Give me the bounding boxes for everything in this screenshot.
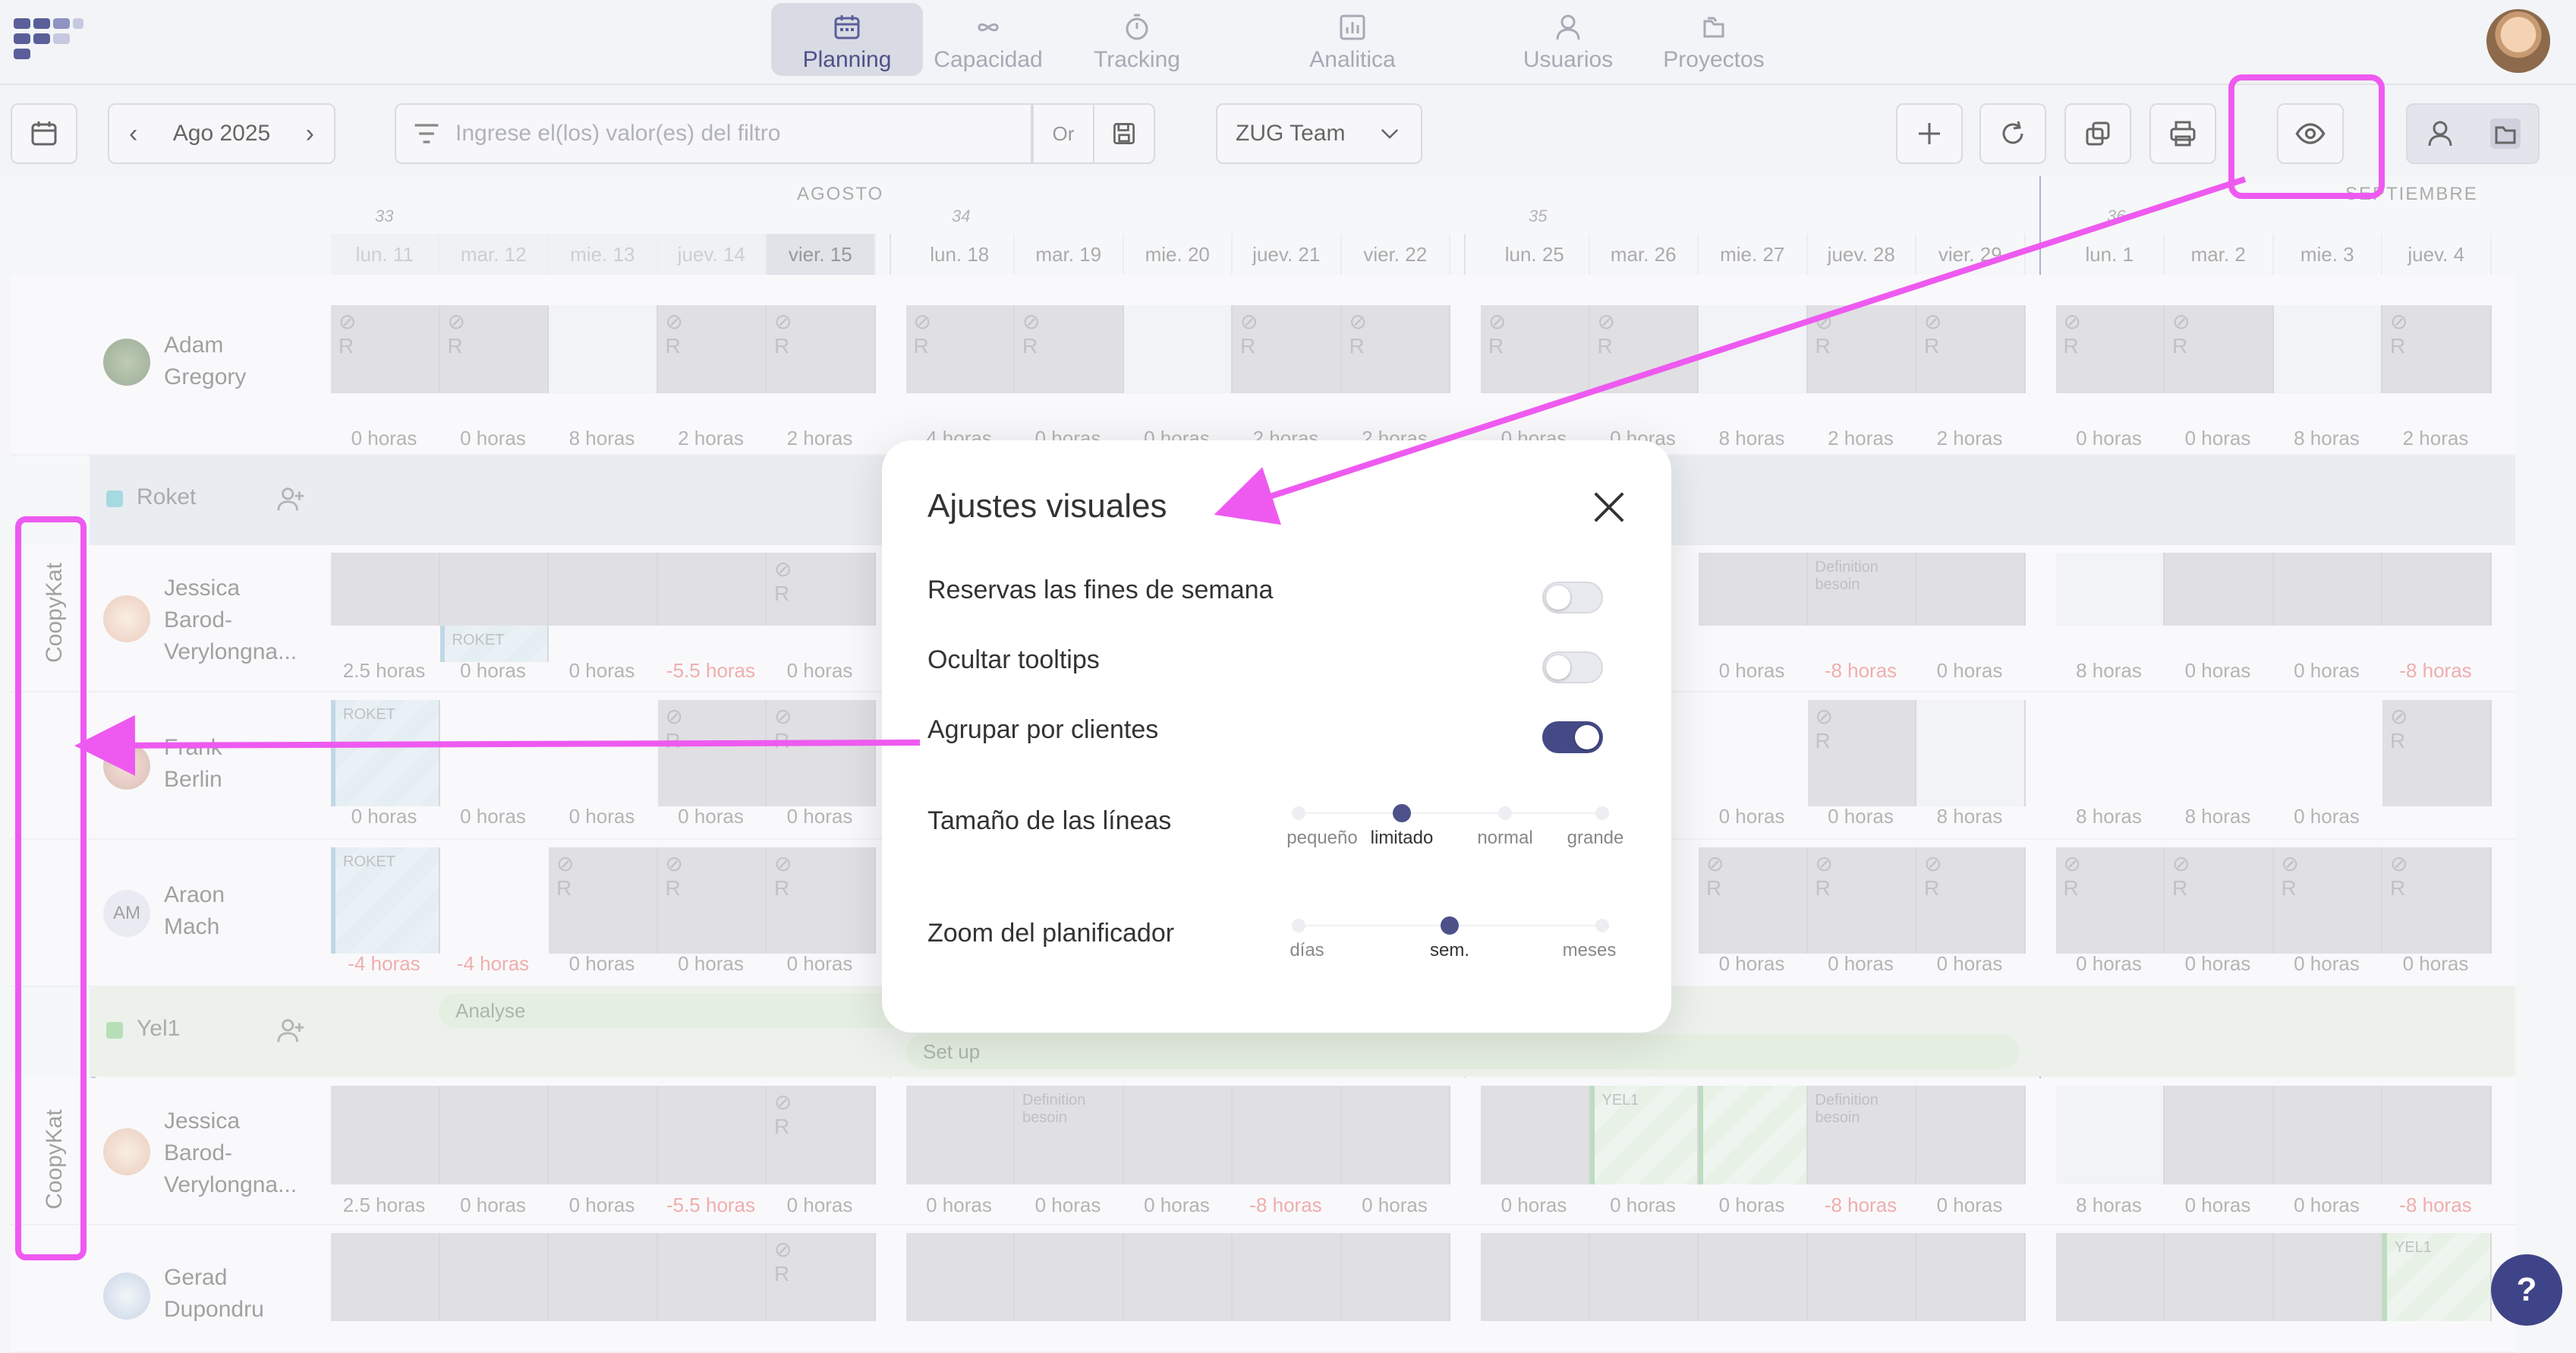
slider-stop[interactable] — [1292, 919, 1305, 932]
slider-stop-selected[interactable] — [1393, 804, 1411, 822]
slider-label: grande — [1567, 828, 1624, 848]
filter-icon — [414, 124, 439, 144]
calendar-picker-button[interactable] — [11, 103, 77, 164]
tab-planning[interactable]: Planning — [771, 3, 923, 76]
calendar-icon — [834, 15, 860, 39]
bar-chart-icon — [1340, 14, 1365, 40]
refresh-button[interactable] — [1979, 103, 2046, 164]
chevron-right-icon[interactable]: › — [306, 119, 314, 149]
tab-label: Proyectos — [1663, 47, 1765, 72]
slider-label: normal — [1477, 828, 1533, 848]
slider-label: pequeño — [1286, 828, 1358, 848]
tab-label: Capacidad — [934, 47, 1043, 72]
tab-label: Tracking — [1094, 47, 1180, 72]
project-view-icon[interactable] — [2490, 118, 2521, 149]
top-navigation: Planning Capacidad Tracking Analitica Us… — [0, 0, 2576, 85]
chevron-left-icon[interactable]: ‹ — [129, 119, 137, 149]
tab-proyectos[interactable]: Proyectos — [1638, 0, 1790, 79]
filter-placeholder: Ingrese el(los) valor(es) del filtro — [455, 121, 781, 146]
tab-label: Usuarios — [1523, 47, 1614, 72]
slider-label: días — [1290, 940, 1324, 960]
highlight-visual-settings — [2228, 74, 2385, 199]
refresh-icon — [2002, 121, 2023, 144]
tab-label: Analitica — [1309, 47, 1396, 72]
close-icon[interactable] — [1589, 487, 1629, 527]
tab-tracking[interactable]: Tracking — [1061, 0, 1213, 79]
stopwatch-icon — [1126, 14, 1148, 40]
visual-settings-modal: Ajustes visuales Reservas las fines de s… — [882, 440, 1671, 1033]
slider-stop[interactable] — [1498, 806, 1512, 820]
team-select[interactable]: ZUG Team — [1216, 103, 1422, 164]
folders-icon — [1703, 17, 1724, 38]
duplicate-button[interactable] — [2064, 103, 2131, 164]
tab-label: Planning — [802, 47, 892, 72]
slider-label: limitado — [1370, 828, 1434, 848]
users-icon — [1556, 14, 1580, 40]
slider-stop-selected[interactable] — [1441, 916, 1459, 935]
chevron-down-icon — [1381, 128, 1399, 139]
filter-or-toggle[interactable]: Or — [1032, 103, 1094, 164]
line-size-slider[interactable]: pequeño limitado normal grande — [1286, 803, 1623, 849]
planning-toolbar: ‹ Ago 2025 › Ingrese el(los) valor(es) d… — [0, 85, 2576, 176]
print-button[interactable] — [2149, 103, 2216, 164]
zoom-label: Zoom del planificador — [927, 919, 1175, 948]
current-month: Ago 2025 — [172, 121, 271, 146]
slider-label: sem. — [1429, 940, 1470, 960]
option-weekend-bookings-label: Reservas las fines de semana — [927, 576, 1274, 604]
add-button[interactable] — [1896, 103, 1963, 164]
help-button[interactable]: ? — [2491, 1254, 2562, 1326]
filter-input[interactable]: Ingrese el(los) valor(es) del filtro — [395, 103, 1032, 164]
line-size-label: Tamaño de las líneas — [927, 806, 1172, 835]
zoom-slider[interactable]: días sem. meses — [1290, 916, 1616, 961]
user-view-icon[interactable] — [2425, 118, 2455, 149]
modal-title: Ajustes visuales — [927, 487, 1167, 525]
slider-label: meses — [1562, 940, 1617, 960]
slider-stop[interactable] — [1595, 919, 1609, 932]
printer-icon — [2170, 121, 2196, 147]
tab-analitica[interactable]: Analitica — [1277, 0, 1428, 79]
calendar-icon — [31, 121, 57, 146]
save-filter-button[interactable] — [1093, 103, 1155, 164]
plus-icon — [1919, 123, 1940, 144]
month-navigator: ‹ Ago 2025 › — [108, 103, 335, 164]
option-hide-tooltips-label: Ocultar tooltips — [927, 645, 1100, 674]
copy-icon — [2086, 121, 2110, 146]
toggle-group-by-clients[interactable] — [1542, 721, 1603, 753]
option-group-by-clients-label: Agrupar por clientes — [927, 715, 1159, 744]
toggle-weekend-bookings[interactable] — [1542, 582, 1603, 613]
toggle-hide-tooltips[interactable] — [1542, 651, 1603, 683]
tab-usuarios[interactable]: Usuarios — [1492, 0, 1644, 79]
app-logo[interactable] — [14, 18, 87, 64]
user-avatar[interactable] — [2486, 9, 2550, 73]
slider-stop[interactable] — [1292, 806, 1305, 820]
view-mode-toggle — [2406, 103, 2540, 164]
slider-stop[interactable] — [1595, 806, 1609, 820]
save-icon — [1113, 123, 1135, 144]
infinity-icon — [978, 23, 999, 32]
highlight-client-groups — [15, 516, 87, 1260]
tab-capacidad[interactable]: Capacidad — [912, 0, 1064, 79]
team-select-value: ZUG Team — [1236, 121, 1346, 146]
